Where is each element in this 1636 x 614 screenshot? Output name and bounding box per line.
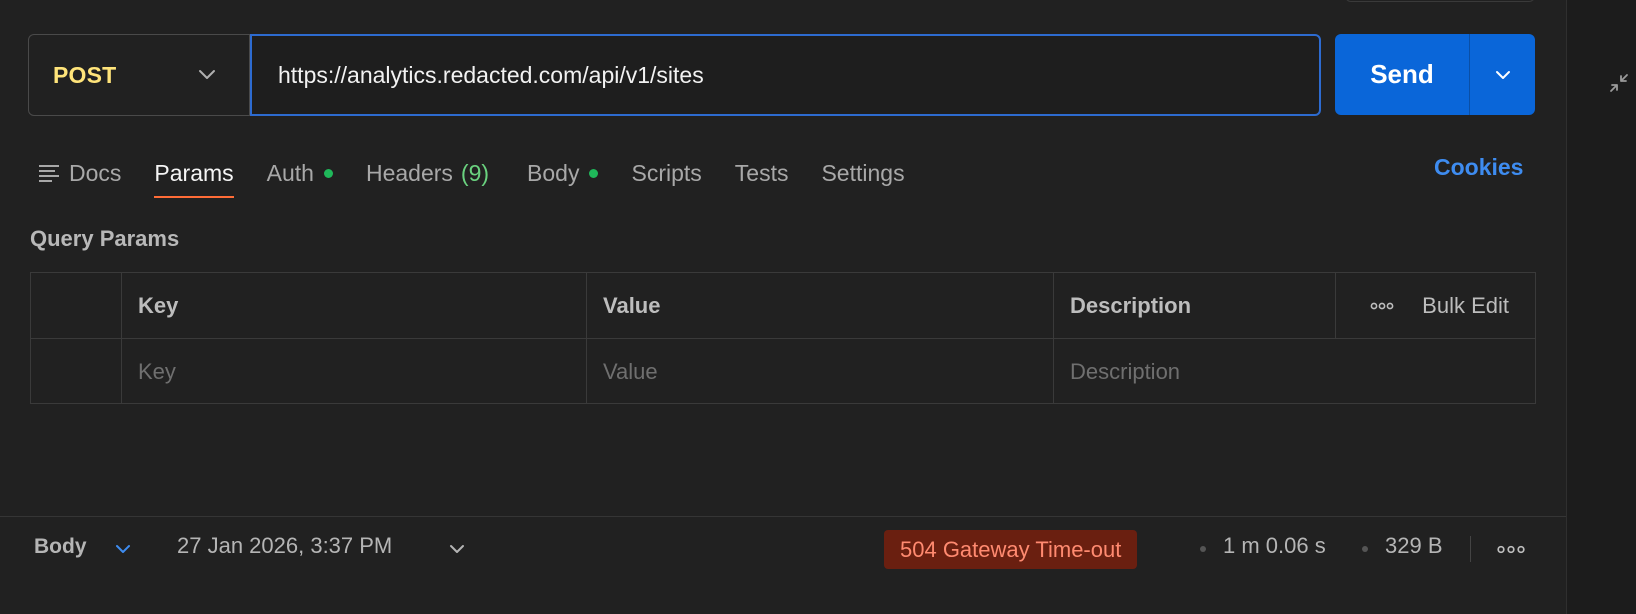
method-label: POST	[53, 61, 117, 88]
tab-label: Docs	[69, 159, 122, 186]
request-tabs: Docs Params Auth Headers (9) Body Script…	[38, 148, 938, 200]
params-table: Key Value Description Bulk Edit Key Valu…	[30, 272, 1536, 404]
chevron-down-icon[interactable]	[112, 538, 134, 560]
chevron-down-icon	[1495, 70, 1510, 79]
tab-label: Body	[527, 159, 580, 186]
tab-scripts[interactable]: Scripts	[631, 148, 701, 198]
separator-dot	[1362, 546, 1368, 552]
send-options-button[interactable]	[1470, 34, 1535, 115]
send-button[interactable]: Send	[1335, 34, 1469, 115]
tab-auth[interactable]: Auth	[267, 148, 333, 198]
status-dot	[589, 168, 599, 178]
collapse-arrows-icon[interactable]	[1607, 71, 1631, 95]
key-input[interactable]: Key	[122, 339, 587, 404]
checkbox-column-header	[31, 273, 122, 338]
chevron-down-icon[interactable]	[446, 538, 468, 560]
status-badge: 504 Gateway Time-out	[884, 530, 1138, 569]
tab-label: Tests	[734, 159, 789, 186]
key-column-header: Key	[122, 273, 587, 338]
status-dot	[323, 168, 333, 178]
cookies-link[interactable]: Cookies	[1434, 154, 1523, 181]
request-panel: POST https://analytics.redacted.com/api/…	[0, 0, 1566, 614]
docs-icon	[39, 165, 59, 182]
response-divider	[0, 516, 1566, 517]
description-column-header: Description	[1054, 273, 1336, 338]
description-input[interactable]: Description	[1054, 339, 1535, 404]
more-horizontal-icon[interactable]	[1370, 302, 1394, 310]
value-input[interactable]: Value	[587, 339, 1054, 404]
table-row: Key Value Description	[31, 339, 1535, 404]
query-params-title: Query Params	[30, 226, 180, 251]
table-header-row: Key Value Description Bulk Edit	[31, 273, 1535, 339]
url-text: https://analytics.redacted.com/api/v1/si…	[278, 61, 704, 88]
response-body-selector[interactable]: Body	[34, 535, 87, 559]
send-button-group: Send	[1335, 34, 1535, 115]
tab-settings[interactable]: Settings	[821, 148, 904, 198]
tab-label: Scripts	[631, 159, 702, 186]
tab-label: Params	[154, 159, 234, 186]
response-duration: 1 m 0.06 s	[1223, 533, 1326, 558]
tab-body[interactable]: Body	[527, 148, 599, 198]
response-size: 329 B	[1385, 533, 1443, 558]
tab-label: Headers	[365, 159, 453, 186]
more-horizontal-icon[interactable]	[1497, 545, 1525, 554]
url-input[interactable]: https://analytics.redacted.com/api/v1/si…	[250, 34, 1321, 116]
separator-dot	[1200, 546, 1206, 552]
tab-params[interactable]: Params	[154, 148, 234, 198]
tab-headers[interactable]: Headers (9)	[366, 148, 489, 198]
divider	[1470, 536, 1471, 562]
tab-label: Settings	[821, 159, 905, 186]
toolbar-stub	[1345, 0, 1535, 2]
tab-docs[interactable]: Docs	[38, 148, 121, 198]
method-select[interactable]: POST	[28, 34, 250, 116]
bulk-edit-button[interactable]: Bulk Edit	[1422, 293, 1509, 319]
value-column-header: Value	[587, 273, 1054, 338]
table-actions: Bulk Edit	[1336, 273, 1535, 338]
headers-count: (9)	[460, 159, 490, 186]
tab-tests[interactable]: Tests	[735, 148, 789, 198]
response-timestamp: 27 Jan 2026, 3:37 PM	[177, 533, 393, 558]
chevron-down-icon	[199, 70, 215, 79]
tab-label: Auth	[266, 159, 314, 186]
row-checkbox-cell	[31, 339, 122, 404]
